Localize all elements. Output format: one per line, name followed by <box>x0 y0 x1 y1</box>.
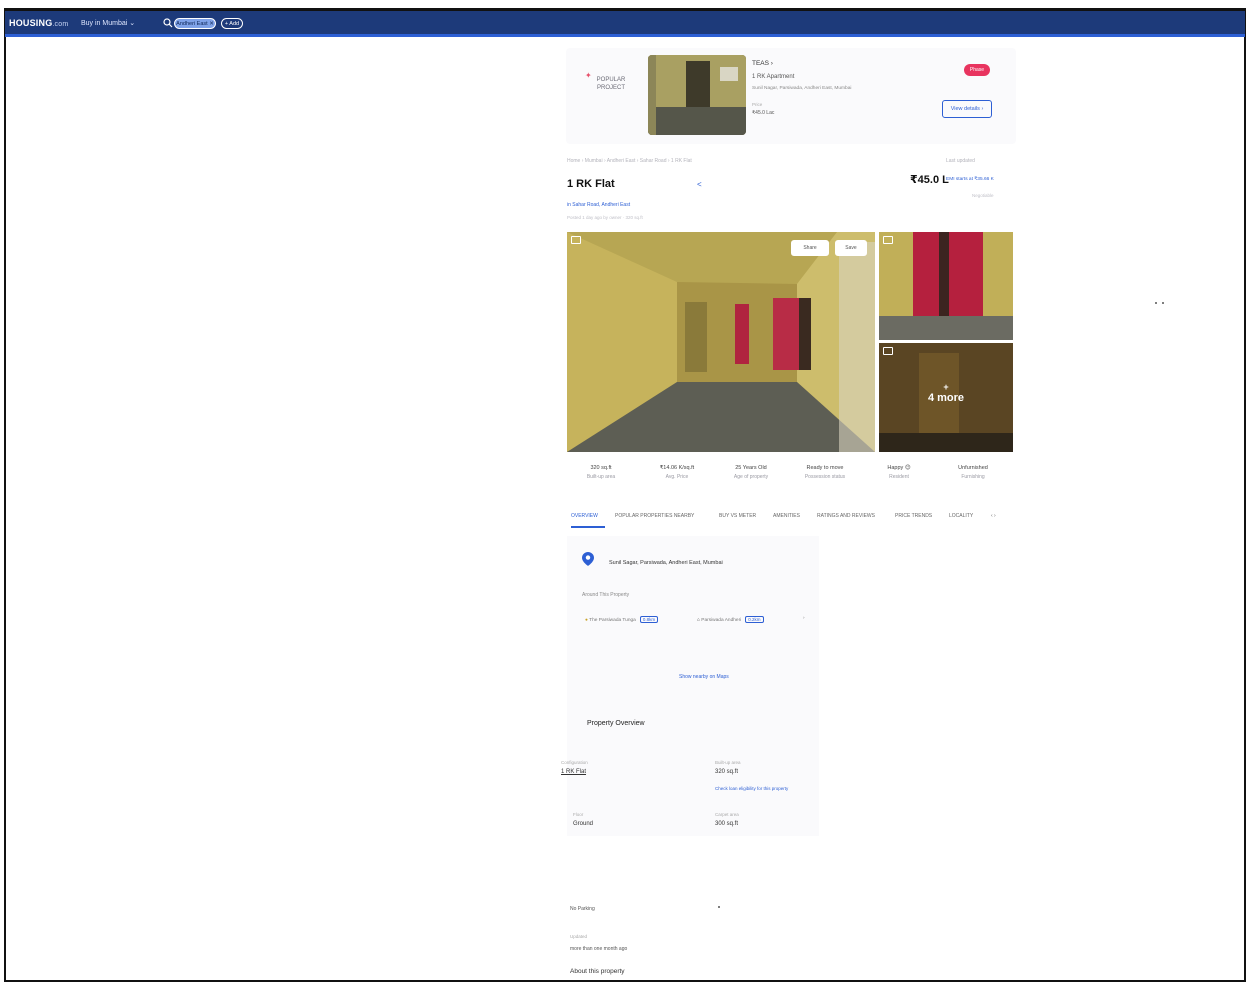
housing-logo[interactable]: HOUSING.com <box>9 18 68 28</box>
sparkle-icon: ✦ <box>585 71 592 80</box>
loan-eligibility-link[interactable]: Check loan eligibility for this property <box>715 786 788 791</box>
project-address: Sunil Nagar, Parsiwada, Andheri East, Mu… <box>752 86 852 91</box>
place-icon: ● <box>585 618 588 623</box>
overview-item: Built-up area 320 sq.ft <box>715 760 741 775</box>
property-stats: 320 sq.ft Built-up area ₹14.06 K/sq.ft Avg… <box>567 460 1017 496</box>
breadcrumb[interactable]: Home › Mumbai › Andheri East › Sahar Roa… <box>567 158 692 164</box>
stat-item: 320 sq.ft Built-up area <box>586 465 616 480</box>
nearby-heading: Around This Property <box>582 592 630 598</box>
nearby-next-icon[interactable]: › <box>803 616 805 621</box>
updated-label: Updated <box>570 934 588 939</box>
tab-locality[interactable]: LOCALITY <box>949 513 973 519</box>
project-price-label: Price <box>752 102 763 107</box>
side-photo-1[interactable] <box>879 232 1013 340</box>
active-tab-indicator <box>571 526 605 528</box>
emi-link[interactable]: EMI starts at ₹35.66 K <box>946 177 994 182</box>
project-price: ₹45.0 Lac <box>752 110 775 116</box>
room-photo-side <box>879 232 1013 340</box>
stat-item: Unfurnished Furnishing <box>958 465 988 480</box>
share-button[interactable]: Share <box>791 240 829 256</box>
project-name[interactable]: TEAS › <box>752 60 773 67</box>
tab-buy-vs-meter[interactable]: BUY VS METER <box>719 513 756 519</box>
more-photos-tile[interactable]: + 4 more <box>879 343 1013 452</box>
camera-icon <box>883 236 893 244</box>
room-photo-main <box>567 232 875 452</box>
overview-section: Sunil Sagar, Parsiwada, Andheri East, Mu… <box>561 536 819 836</box>
search-icon <box>163 18 173 28</box>
stat-item: Happy 😊 Resident <box>887 465 911 480</box>
more-photos-label[interactable]: + 4 more <box>879 383 1013 405</box>
nearby-places: ● The Parsiwada Tunga 0.8km ⌂ Parsiwada A… <box>585 616 815 628</box>
updated-value: more than one month ago <box>570 946 628 952</box>
price-note: Negotiable <box>972 193 994 198</box>
listing-meta: Posted 1 day ago by owner · 320 sq.ft <box>567 215 643 220</box>
tab-popular-nearby[interactable]: POPULAR PROPERTIES NEARBY <box>615 513 694 519</box>
scan-speck <box>718 906 720 908</box>
about-property-heading: About this property <box>570 968 625 975</box>
main-photo[interactable]: Share Save <box>567 232 875 452</box>
project-thumbnail[interactable] <box>648 55 746 135</box>
tab-ratings[interactable]: RATINGS AND REVIEWS <box>817 513 875 519</box>
scan-speck <box>1155 302 1157 304</box>
share-icon[interactable]: < <box>697 180 702 189</box>
room-photo <box>648 55 746 135</box>
camera-icon <box>571 236 581 244</box>
parking-info: No Parking <box>570 906 595 912</box>
stat-item: Ready to move Possession status <box>804 465 846 480</box>
tab-overview[interactable]: OVERVIEW <box>571 513 598 519</box>
popular-project-badge: ✦ POPULAR PROJECT <box>585 71 626 92</box>
section-tabs: OVERVIEW POPULAR PROPERTIES NEARBY BUY V… <box>567 508 1017 528</box>
top-navbar: HOUSING.com Buy in Mumbai ⌄ Andheri East… <box>5 11 1245 37</box>
project-phase-pill: Phase <box>964 64 990 76</box>
scan-speck <box>1162 302 1164 304</box>
home-icon: ⌂ <box>697 618 700 623</box>
location-pin-icon <box>582 552 594 566</box>
camera-icon <box>883 347 893 355</box>
listing-price: ₹45.0 L <box>910 174 949 186</box>
save-button[interactable]: Save <box>835 240 867 256</box>
listing-title: 1 RK Flat <box>567 178 615 190</box>
search-bar[interactable]: Andheri East ✕ + Add <box>161 17 247 31</box>
overview-item: Configuration 1 RK Flat <box>561 760 588 775</box>
tab-amenities[interactable]: AMENITIES <box>773 513 800 519</box>
nearby-place[interactable]: ⌂ Parsiwada Andheri 0.2km <box>697 616 764 623</box>
buy-city-menu[interactable]: Buy in Mumbai ⌄ <box>81 19 135 27</box>
project-type: 1 RK Apartment <box>752 74 795 80</box>
last-updated-note: Last updated <box>946 158 975 164</box>
locality-link[interactable]: in Sahar Road, Andheri East <box>567 202 630 208</box>
nearby-place[interactable]: ● The Parsiwada Tunga 0.8km <box>585 616 659 623</box>
view-details-button[interactable]: View details › <box>942 100 992 118</box>
view-map-link[interactable]: Show nearby on Maps <box>679 674 729 680</box>
add-location-chip[interactable]: + Add <box>221 18 243 29</box>
property-address: Sunil Sagar, Parsiwada, Andheri East, Mu… <box>609 560 723 566</box>
stat-item: 25 Years Old Age of property <box>733 465 769 480</box>
stat-item: ₹14.06 K/sq.ft Avg. Price <box>659 465 695 480</box>
overview-item: Floor Ground <box>573 812 594 827</box>
popular-project-card[interactable]: ✦ POPULAR PROJECT TEAS › 1 RK Apartment S… <box>566 48 1016 144</box>
tab-price-trends[interactable]: PRICE TRENDS <box>895 513 932 519</box>
overview-item: Carpet area 300 sq.ft <box>715 812 739 827</box>
location-chip[interactable]: Andheri East ✕ <box>174 18 216 29</box>
property-overview-title: Property Overview <box>587 720 645 727</box>
tab-scroll-arrows[interactable]: ‹ › <box>991 513 996 519</box>
